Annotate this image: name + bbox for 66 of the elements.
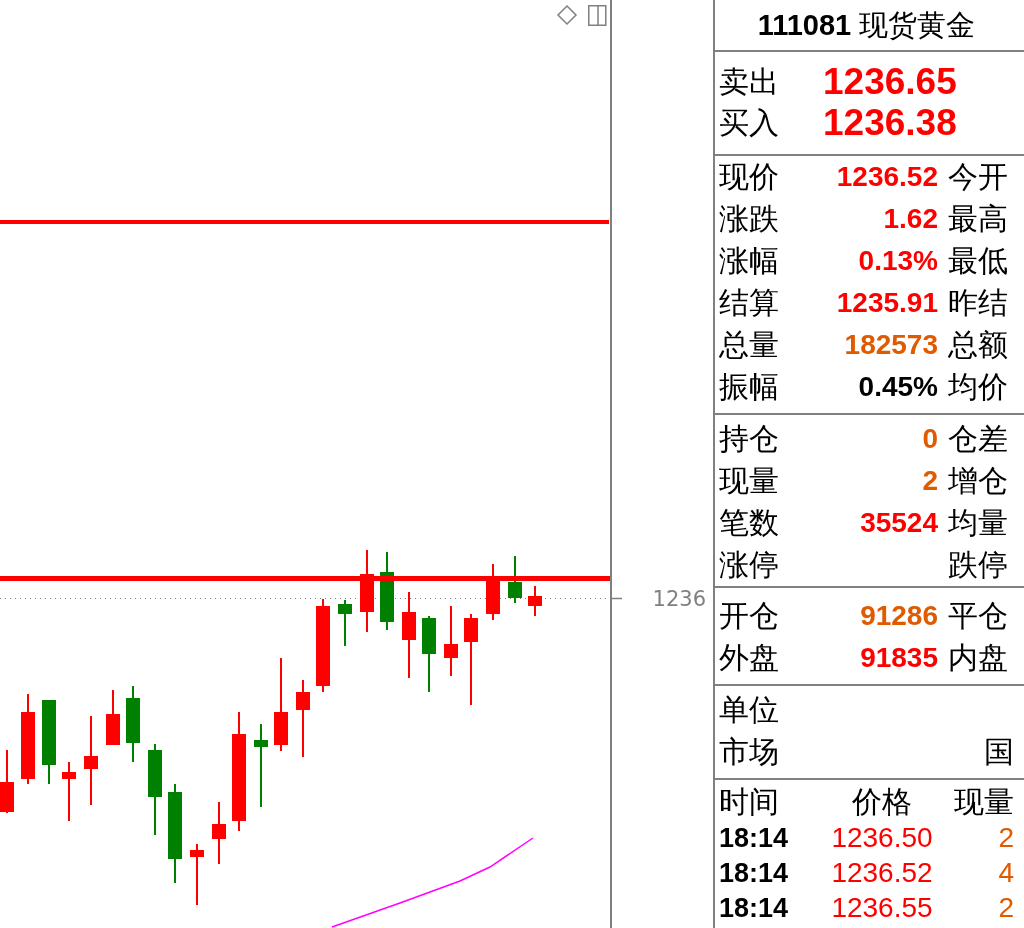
split-panel-icon[interactable] xyxy=(588,5,607,26)
quote-value: 91835 xyxy=(860,641,938,675)
diamond-icon[interactable] xyxy=(556,4,578,26)
quote-label: 总量 xyxy=(719,327,780,363)
quote-label: 均价 xyxy=(948,369,1009,405)
quote-label: 最高 xyxy=(948,201,1009,237)
quote-label: 内盘 xyxy=(948,640,1009,676)
quote-value: 1235.91 xyxy=(836,286,938,320)
quote-label: 均量 xyxy=(948,505,1009,541)
candlestick xyxy=(338,600,352,646)
quote-value: 35524 xyxy=(860,506,938,540)
candlestick xyxy=(444,606,458,676)
info-value: 国 xyxy=(984,734,1014,770)
candlestick xyxy=(0,750,14,813)
tick-time: 18:14 xyxy=(719,891,790,924)
tick-time: 18:14 xyxy=(719,856,790,889)
quote-label: 平仓 xyxy=(948,598,1009,634)
quote-label: 卖出 xyxy=(719,63,780,100)
info-label: 单位 xyxy=(719,692,780,728)
quote-label: 开仓 xyxy=(719,598,780,634)
quote-label: 现价 xyxy=(719,159,780,195)
column-header: 现量 xyxy=(954,784,1014,820)
column-header: 时间 xyxy=(719,784,780,820)
quote-label: 涨停 xyxy=(719,547,780,583)
instrument-title: 111081 现货黄金 xyxy=(757,8,976,42)
quote-value: 0 xyxy=(922,422,938,456)
tick-volume: 2 xyxy=(998,821,1014,854)
quote-label: 买入 xyxy=(719,104,780,141)
quote-label: 振幅 xyxy=(719,369,780,405)
quote-label: 今开 xyxy=(948,159,1009,195)
tick-price: 1236.50 xyxy=(831,821,933,854)
tick-volume: 2 xyxy=(998,891,1014,924)
quote-label: 总额 xyxy=(948,327,1009,363)
tick-volume: 4 xyxy=(998,856,1014,889)
quote-label: 涨幅 xyxy=(719,243,780,279)
quote-value: 1.62 xyxy=(883,202,938,236)
candlestick xyxy=(106,690,120,745)
quote-value: 1236.65 xyxy=(823,61,957,102)
candlestick xyxy=(62,762,76,821)
quote-label: 仓差 xyxy=(948,421,1009,457)
axis-price-label: 1236 xyxy=(652,587,706,611)
info-label: 市场 xyxy=(719,734,780,770)
quote-label: 外盘 xyxy=(719,640,780,676)
quote-label: 跌停 xyxy=(948,547,1009,583)
quote-label: 现量 xyxy=(719,463,780,499)
quote-label: 昨结 xyxy=(948,285,1009,321)
quote-value: 0.13% xyxy=(858,244,938,278)
quote-label: 笔数 xyxy=(719,505,780,541)
quote-value: 91286 xyxy=(860,599,938,633)
quote-label: 持仓 xyxy=(719,421,780,457)
quote-value: 1236.52 xyxy=(836,160,938,194)
candlestick xyxy=(528,586,542,616)
quote-label: 结算 xyxy=(719,285,780,321)
quote-label: 涨跌 xyxy=(719,201,780,237)
quote-value: 1236.38 xyxy=(823,102,957,143)
quote-value: 0.45% xyxy=(858,370,938,404)
quote-label: 最低 xyxy=(948,243,1009,279)
tick-time: 18:14 xyxy=(719,821,790,854)
quote-value: 2 xyxy=(922,464,938,498)
tick-price: 1236.55 xyxy=(831,891,933,924)
candlestick xyxy=(212,802,226,864)
tick-price: 1236.52 xyxy=(831,856,933,889)
quote-value: 182573 xyxy=(844,328,938,362)
quote-label: 增仓 xyxy=(948,463,1009,499)
candlestick xyxy=(190,844,204,905)
column-header: 价格 xyxy=(852,784,912,820)
